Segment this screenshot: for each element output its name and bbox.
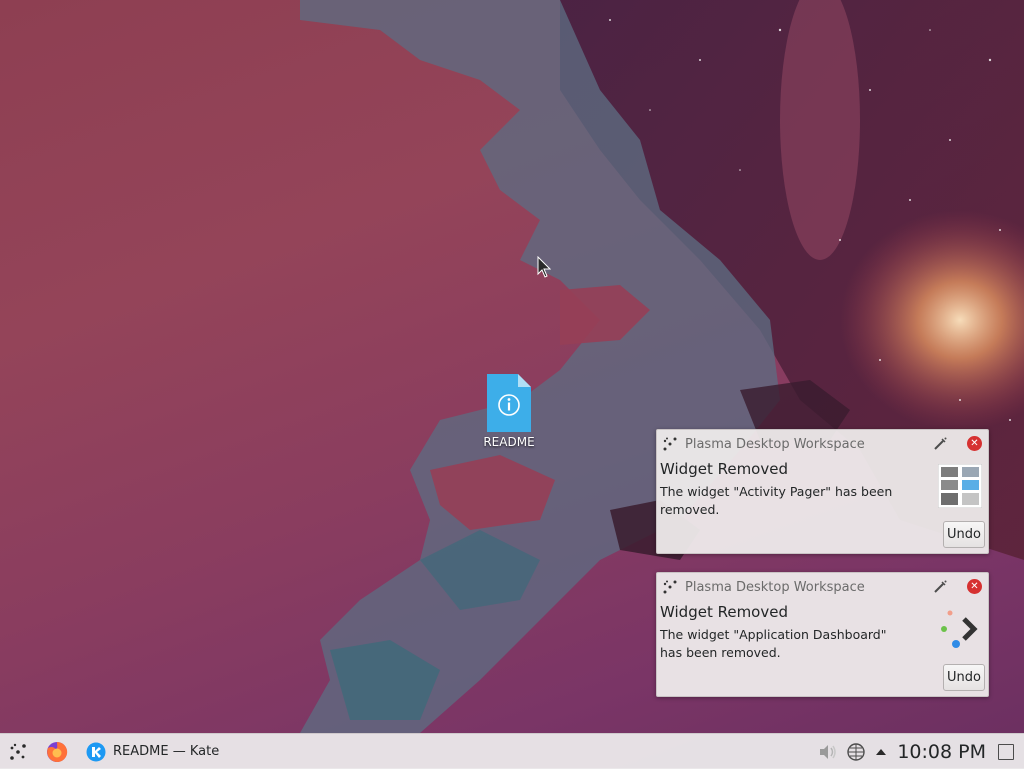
firefox-icon[interactable] (46, 741, 68, 763)
plasma-icon (663, 437, 677, 451)
notification-popup[interactable]: Plasma Desktop Workspace ✕ Widget Remove… (656, 572, 989, 697)
notification-app-name: Plasma Desktop Workspace (685, 579, 865, 595)
notification-app-name: Plasma Desktop Workspace (685, 436, 865, 452)
undo-button[interactable]: Undo (943, 521, 985, 548)
task-title: README — Kate (113, 744, 220, 759)
volume-icon[interactable] (819, 744, 837, 760)
app-dashboard-widget-icon (941, 610, 978, 648)
notification-body: The widget "Activity Pager" has been rem… (660, 484, 893, 517)
notification-header: Plasma Desktop Workspace ✕ (663, 578, 982, 596)
plasma-icon (663, 580, 677, 594)
notification-body: The widget "Application Dashboard" has b… (660, 627, 887, 660)
task-item-kate[interactable]: README — Kate (86, 738, 219, 766)
undo-button[interactable]: Undo (943, 664, 985, 691)
digital-clock[interactable]: 10:08 PM (897, 741, 986, 763)
close-icon[interactable]: ✕ (967, 436, 982, 451)
network-icon[interactable] (847, 742, 866, 761)
pager-widget-icon (938, 464, 982, 508)
configure-icon[interactable] (932, 436, 948, 452)
expand-arrow-icon[interactable] (875, 747, 887, 757)
notification-header: Plasma Desktop Workspace ✕ (663, 435, 982, 453)
taskbar-panel: README — Kate 10:08 PM (0, 733, 1024, 769)
show-desktop-icon[interactable] (998, 743, 1014, 760)
notification-title: Widget Removed (660, 460, 788, 478)
text-info-file-icon (487, 374, 531, 432)
system-tray: 10:08 PM (819, 734, 1024, 769)
close-icon[interactable]: ✕ (967, 579, 982, 594)
notification-popup[interactable]: Plasma Desktop Workspace ✕ Widget Remove… (656, 429, 989, 554)
plasma-launcher-icon[interactable] (9, 743, 27, 761)
configure-icon[interactable] (932, 579, 948, 595)
kate-icon (86, 742, 106, 761)
notification-title: Widget Removed (660, 603, 788, 621)
desktop-icon-readme[interactable]: README (474, 374, 544, 449)
mouse-cursor-icon (537, 255, 552, 282)
desktop-icon-label: README (483, 435, 535, 449)
